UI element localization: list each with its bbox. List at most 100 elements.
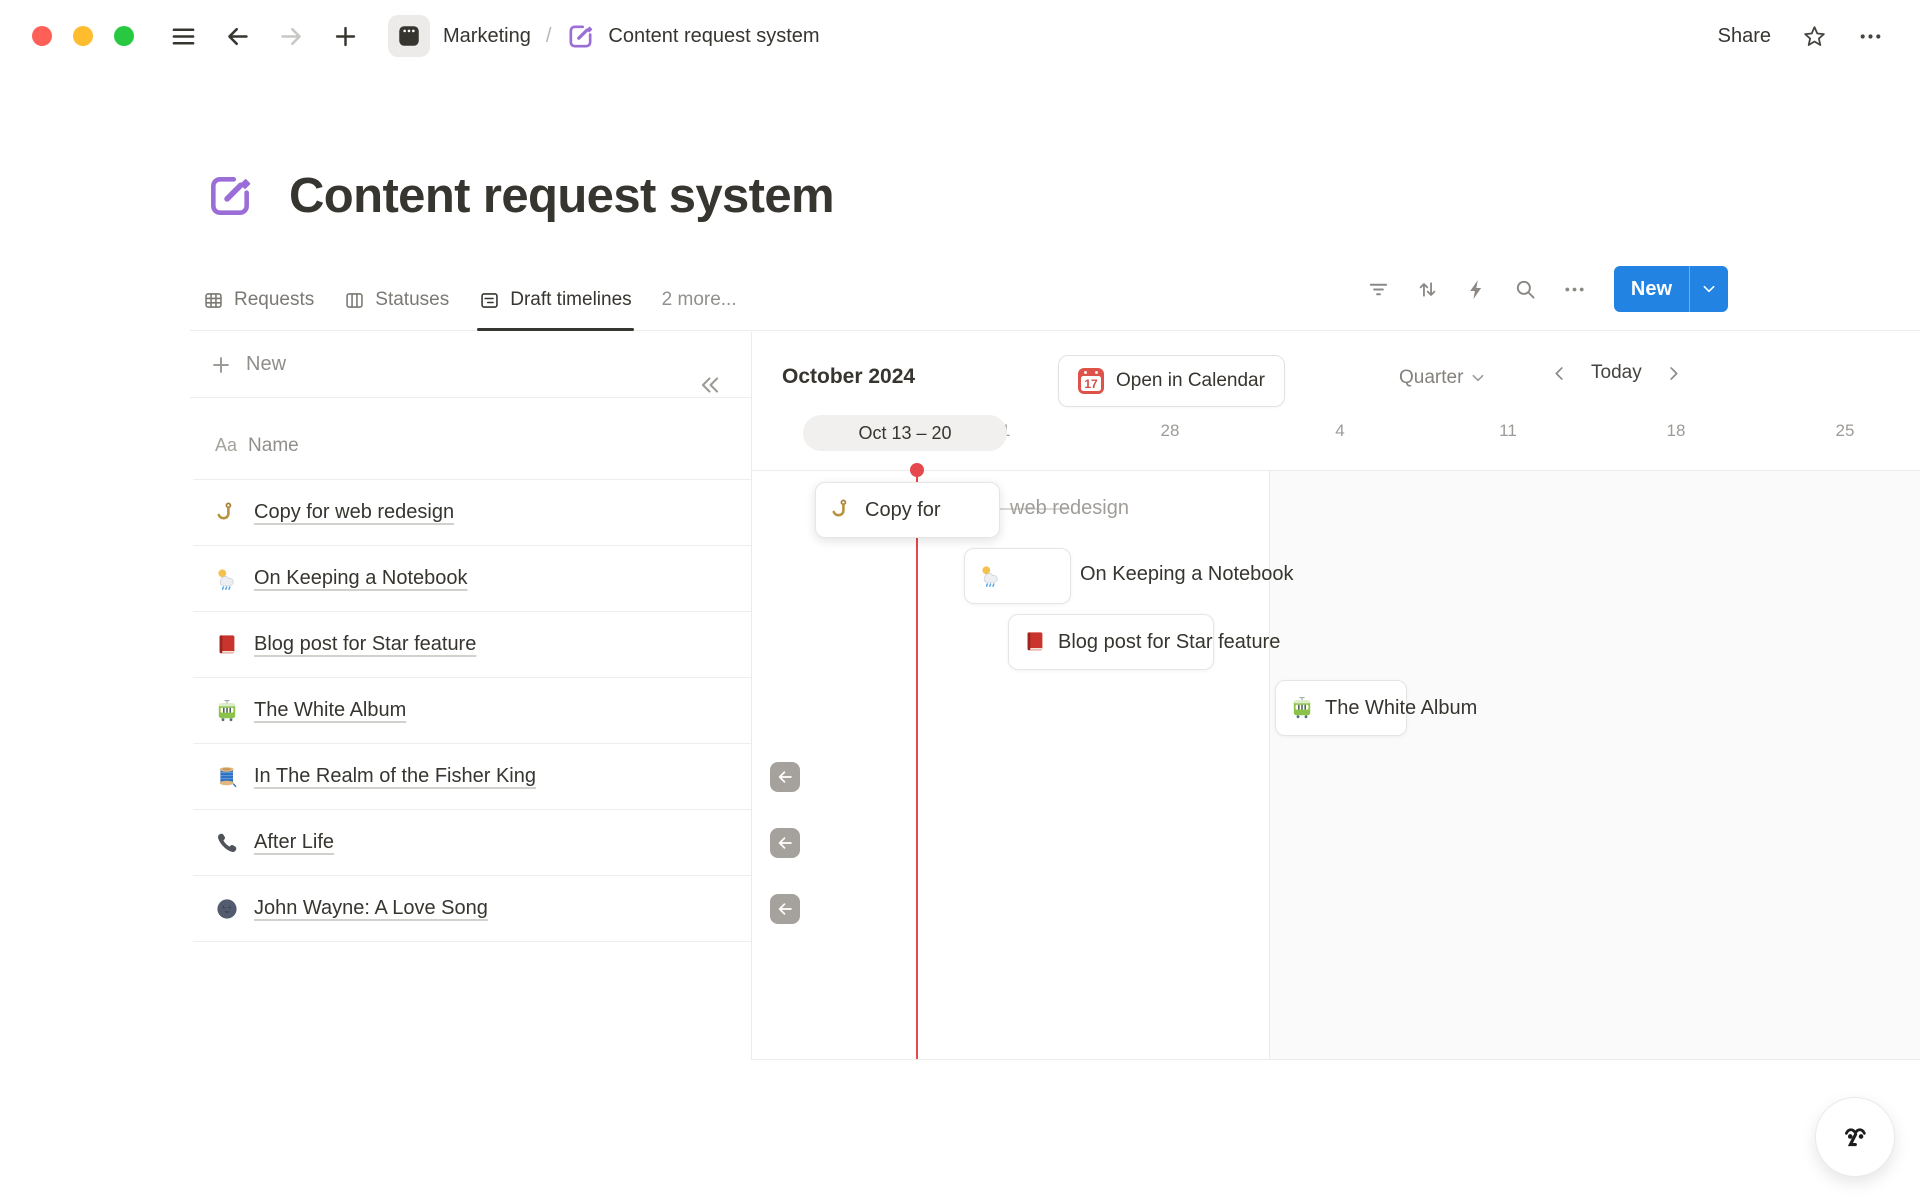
sidebar-menu-icon[interactable] (170, 23, 197, 50)
list-item-john-wayne-a-love-song[interactable]: John Wayne: A Love Song (193, 876, 751, 942)
breadcrumb: Marketing / Content request system (388, 15, 820, 57)
list-item-after-life[interactable]: After Life (193, 810, 751, 876)
tab-statuses[interactable]: Statuses (344, 270, 449, 330)
tram-icon (215, 699, 239, 723)
today-button[interactable]: Today (1591, 362, 1642, 384)
sun-rain-icon (215, 567, 239, 591)
traffic-lights (32, 26, 134, 46)
more-options-icon[interactable] (1858, 24, 1883, 49)
workspace-page-icon[interactable] (388, 15, 430, 57)
week-label-25: 25 (1836, 421, 1855, 441)
new-button-label[interactable]: New (1614, 266, 1689, 312)
back-icon[interactable] (224, 23, 251, 50)
breadcrumb-page[interactable]: Content request system (608, 25, 819, 48)
plus-icon (210, 354, 232, 376)
sun-rain-icon (979, 564, 1003, 588)
scroll-to-item-button[interactable] (770, 894, 800, 924)
drag-date-range-pill: Oct 13 – 20 (803, 415, 1007, 451)
table-icon (203, 290, 224, 311)
timeline-bar-blog-post-for-star-feature[interactable]: Blog post for Star feature (1008, 614, 1214, 670)
page-title-row: Content request system (205, 168, 834, 224)
week-label-28: 28 (1161, 421, 1180, 441)
week-label-11: 11 (1499, 421, 1517, 441)
marketing-card-icon (396, 23, 422, 49)
timeline-month-label: October 2024 (782, 365, 915, 389)
list-item-in-the-realm-of-the-fisher-king[interactable]: In The Realm of the Fisher King (193, 744, 751, 810)
timeline-icon (479, 290, 500, 311)
calendar-icon: 17 (1078, 368, 1104, 394)
name-column-header[interactable]: Aa Name (193, 412, 751, 480)
arrow-left-icon (776, 768, 794, 786)
breadcrumb-workspace[interactable]: Marketing (443, 25, 531, 48)
forward-icon[interactable] (278, 23, 305, 50)
book-icon (1023, 630, 1047, 654)
add-new-item-label: New (246, 353, 286, 376)
list-item-title[interactable]: Blog post for Star feature (254, 633, 476, 656)
open-in-calendar-button[interactable]: 17 Open in Calendar (1058, 355, 1285, 407)
name-column-label: Name (248, 435, 299, 457)
arrow-left-icon (776, 834, 794, 852)
view-more-icon[interactable] (1563, 278, 1586, 301)
scroll-to-item-button[interactable] (770, 828, 800, 858)
tab-requests[interactable]: Requests (203, 270, 314, 330)
list-item-title[interactable]: On Keeping a Notebook (254, 567, 468, 590)
arrow-left-icon (776, 900, 794, 918)
window-header: Marketing / Content request system Share (0, 0, 1920, 72)
today-dot (910, 463, 924, 477)
timeline-bar-title: Blog post for Star feature (1058, 631, 1280, 654)
notion-ai-button[interactable] (1815, 1097, 1895, 1177)
timeline-bar-title: Copy for (865, 499, 941, 522)
list-item-title[interactable]: Copy for web redesign (254, 501, 454, 524)
filter-icon[interactable] (1367, 278, 1390, 301)
close-window-button[interactable] (32, 26, 52, 46)
new-button-caret[interactable] (1690, 266, 1728, 312)
previous-period-icon[interactable] (1550, 364, 1569, 383)
timeline-item-list: Aa Name Copy for web redesign On Keeping … (190, 332, 752, 1060)
moon-face-icon (215, 897, 239, 921)
list-item-title[interactable]: After Life (254, 831, 334, 854)
next-period-icon[interactable] (1664, 364, 1683, 383)
scroll-to-item-button[interactable] (770, 762, 800, 792)
timeline-bar-title: The White Album (1325, 697, 1477, 720)
timeline-zoom-select[interactable]: Quarter (1399, 367, 1486, 389)
list-item-title[interactable]: In The Realm of the Fisher King (254, 765, 536, 788)
tab-2-more[interactable]: 2 more... (662, 270, 737, 330)
tab-draft-timelines[interactable]: Draft timelines (479, 270, 631, 330)
favorite-star-icon[interactable] (1802, 24, 1827, 49)
search-icon[interactable] (1514, 278, 1537, 301)
view-tabs-bar: Requests Statuses Draft timelines 2 more...… (190, 270, 1920, 331)
memo-page-icon (566, 22, 595, 51)
phone-icon (215, 831, 239, 855)
list-item-title[interactable]: The White Album (254, 699, 406, 722)
collapse-panel-icon[interactable] (697, 372, 723, 398)
week-label-18: 18 (1667, 421, 1686, 441)
sort-icon[interactable] (1416, 278, 1439, 301)
share-button[interactable]: Share (1718, 25, 1771, 48)
chevron-down-icon (1701, 281, 1717, 297)
list-item-copy-for-web-redesign[interactable]: Copy for web redesign (193, 480, 751, 546)
list-item-blog-post-for-star-feature[interactable]: Blog post for Star feature (193, 612, 751, 678)
timeline-bar-copy-for[interactable]: Copy for (815, 482, 1000, 538)
timeline-canvas: October 2024 17 Open in Calendar Quarter… (752, 332, 1920, 1060)
hook-icon (830, 498, 854, 522)
page-title[interactable]: Content request system (289, 168, 834, 224)
board-icon (344, 290, 365, 311)
ai-face-icon (1833, 1115, 1877, 1159)
timeline-bar-overflow-title: web redesign (1010, 497, 1129, 520)
hook-icon (215, 501, 239, 525)
text-property-icon: Aa (215, 435, 237, 456)
timeline-bar-the-white-album[interactable]: The White Album (1275, 680, 1407, 736)
automation-bolt-icon[interactable] (1465, 278, 1488, 301)
new-page-icon[interactable] (332, 23, 359, 50)
memo-page-icon-large[interactable] (205, 171, 255, 221)
week-label-4: 4 (1335, 421, 1344, 441)
new-button[interactable]: New (1614, 266, 1728, 312)
list-item-the-white-album[interactable]: The White Album (193, 678, 751, 744)
maximize-window-button[interactable] (114, 26, 134, 46)
add-new-item-row[interactable]: New (190, 332, 751, 398)
list-item-on-keeping-a-notebook[interactable]: On Keeping a Notebook (193, 546, 751, 612)
timeline-bar-on-keeping-a-notebook[interactable] (964, 548, 1071, 604)
chevron-down-icon (1470, 370, 1486, 386)
list-item-title[interactable]: John Wayne: A Love Song (254, 897, 488, 920)
minimize-window-button[interactable] (73, 26, 93, 46)
